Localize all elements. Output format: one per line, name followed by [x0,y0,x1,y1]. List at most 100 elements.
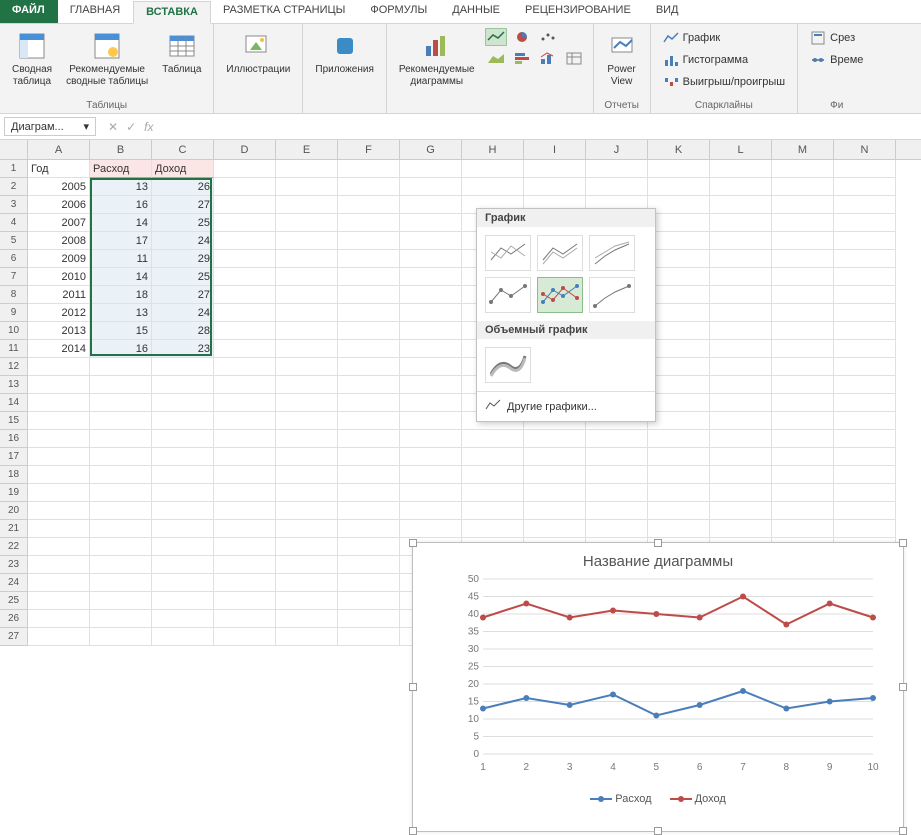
cell[interactable] [214,430,276,448]
cell[interactable] [648,214,710,232]
cell[interactable] [90,502,152,520]
cell[interactable] [338,286,400,304]
sparkline-column-button[interactable]: Гистограмма [659,50,753,70]
chart-type-line-button[interactable] [485,28,507,46]
cell[interactable] [710,466,772,484]
cell[interactable] [152,466,214,484]
row-header[interactable]: 5 [0,232,28,250]
cell[interactable] [214,592,276,610]
cell[interactable] [400,412,462,430]
cell[interactable] [276,340,338,358]
cell[interactable] [214,520,276,538]
cell[interactable] [462,520,524,538]
cell[interactable] [214,358,276,376]
cell[interactable] [338,520,400,538]
cell[interactable] [648,484,710,502]
row-header[interactable]: 18 [0,466,28,484]
cell[interactable] [276,538,338,556]
cell[interactable] [772,430,834,448]
tab-view[interactable]: ВИД [644,0,692,23]
row-header[interactable]: 10 [0,322,28,340]
cell[interactable] [648,268,710,286]
cell[interactable] [400,214,462,232]
cell[interactable] [834,448,896,466]
cell[interactable] [648,250,710,268]
cell[interactable] [710,304,772,322]
cell[interactable]: 13 [90,178,152,196]
row-header[interactable]: 22 [0,538,28,556]
chart-type-pie-button[interactable] [511,28,533,46]
cell[interactable] [338,394,400,412]
cell[interactable] [462,430,524,448]
cell[interactable]: 26 [152,178,214,196]
cell[interactable] [648,178,710,196]
cell[interactable] [648,412,710,430]
cell[interactable] [90,394,152,412]
cell[interactable] [276,466,338,484]
cell[interactable] [276,196,338,214]
cell[interactable]: 25 [152,268,214,286]
cell[interactable]: 14 [90,268,152,286]
cell[interactable] [90,376,152,394]
cell[interactable] [338,178,400,196]
cell[interactable] [214,538,276,556]
cell[interactable] [152,358,214,376]
cell[interactable]: 11 [90,250,152,268]
sparkline-line-button[interactable]: График [659,28,725,48]
row-header[interactable]: 17 [0,448,28,466]
cell[interactable] [90,592,152,610]
cell[interactable] [152,592,214,610]
cell[interactable] [648,340,710,358]
cell[interactable] [214,232,276,250]
cell[interactable] [152,430,214,448]
cell[interactable] [834,520,896,538]
row-header[interactable]: 7 [0,268,28,286]
cell[interactable] [772,448,834,466]
cell[interactable] [276,394,338,412]
cell[interactable]: 2006 [28,196,90,214]
cell[interactable] [400,340,462,358]
cell[interactable] [400,160,462,178]
cell[interactable] [214,322,276,340]
cell[interactable] [28,376,90,394]
cell[interactable] [710,430,772,448]
cell[interactable] [710,196,772,214]
cell[interactable] [152,538,214,556]
cell[interactable]: 2013 [28,322,90,340]
cell[interactable] [276,160,338,178]
cell[interactable] [586,430,648,448]
cell[interactable] [214,340,276,358]
cell[interactable] [90,448,152,466]
sparkline-winloss-button[interactable]: Выигрыш/проигрыш [659,72,790,92]
cell[interactable] [586,502,648,520]
cell[interactable] [152,412,214,430]
cell[interactable] [710,232,772,250]
cell[interactable] [400,196,462,214]
chart-legend[interactable]: Расход Доход [413,793,903,805]
cell[interactable]: 2010 [28,268,90,286]
cell[interactable] [338,358,400,376]
recommended-charts-button[interactable]: Рекомендуемые диаграммы [395,28,479,90]
cell[interactable] [214,214,276,232]
cell[interactable] [214,466,276,484]
cell[interactable]: 16 [90,340,152,358]
cell[interactable] [710,502,772,520]
cell[interactable] [276,304,338,322]
cell[interactable] [400,358,462,376]
cell[interactable]: Год [28,160,90,178]
illustrations-button[interactable]: Иллюстрации [222,28,294,78]
cell[interactable] [462,178,524,196]
cell[interactable] [28,538,90,556]
cell[interactable] [338,232,400,250]
cell[interactable] [400,304,462,322]
cell[interactable] [400,484,462,502]
cell[interactable] [28,520,90,538]
cell[interactable] [90,484,152,502]
cell[interactable]: 28 [152,322,214,340]
cell[interactable] [28,592,90,610]
cell[interactable] [400,268,462,286]
cell[interactable] [152,556,214,574]
cell[interactable] [90,466,152,484]
cell[interactable] [524,178,586,196]
cell[interactable]: Расход [90,160,152,178]
